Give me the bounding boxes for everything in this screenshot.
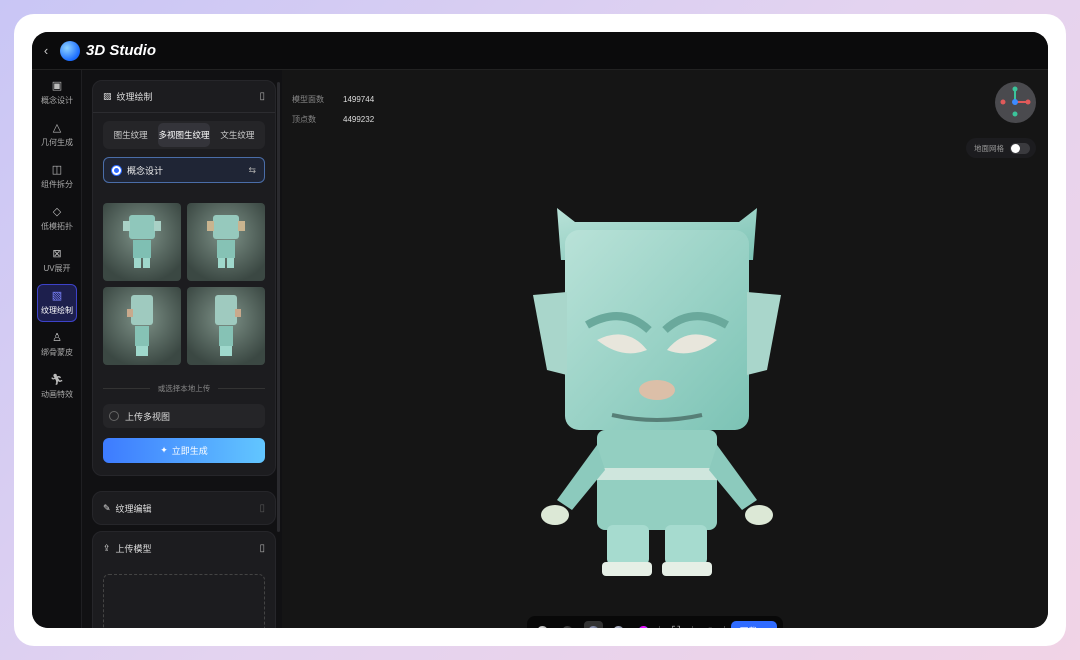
app-window: ‹ 3D Studio ▣ 概念设计 △ 几何生成 ◫ 组件拆分 ◇ 低模拓扑 ⊠ UV展… [32, 32, 1048, 628]
ground-grid-label: 地面网格 [974, 143, 1004, 153]
sidebar-item-label: 纹理绘制 [41, 305, 73, 315]
image-icon: ▣ [51, 79, 63, 92]
toggle-switch[interactable] [1010, 142, 1030, 154]
material-metal-button[interactable] [609, 621, 628, 628]
view-thumbnail-back[interactable] [187, 203, 265, 281]
generate-button[interactable]: ✦ 立即生成 [103, 438, 265, 463]
swap-icon[interactable]: ⇆ [248, 165, 256, 176]
sparkle-icon: ✦ [160, 445, 168, 455]
mesh-icon: ◇ [52, 205, 62, 218]
panel-title: 上传模型 [115, 543, 152, 554]
panel-scrollbar[interactable] [277, 82, 280, 532]
divider [691, 626, 693, 628]
radio-selected [112, 165, 121, 175]
multiview-grid [103, 203, 265, 365]
upload-multiview-option[interactable]: 上传多视图 [103, 404, 265, 428]
upload-dropzone[interactable] [103, 574, 265, 628]
material-dark-button[interactable] [558, 621, 577, 628]
app-title: 3D Studio [86, 42, 156, 59]
tab-multiview-texture[interactable]: 多视图生纹理 [158, 123, 210, 147]
sidebar-item-label: 概念设计 [41, 95, 73, 105]
sidebar-item-split[interactable]: ◫ 组件拆分 [37, 158, 77, 196]
texture-icon: ▧ [51, 289, 63, 302]
ground-grid-toggle[interactable]: 地面网格 [966, 138, 1036, 158]
texture-icon: ▧ [103, 91, 112, 101]
uv-icon: ⊠ [52, 247, 62, 260]
sidebar-item-rigging[interactable]: ♙ 绑骨蒙皮 [37, 326, 77, 364]
stat-value: 1499744 [343, 95, 375, 104]
axis-gizmo[interactable] [995, 82, 1036, 123]
sidebar-toggle-icon[interactable]: ▯ [259, 503, 265, 514]
material-normal-button[interactable] [634, 621, 653, 628]
shapes-icon: △ [52, 121, 62, 134]
upload-icon: ⇪ [103, 542, 111, 553]
view-thumbnail-front[interactable] [103, 203, 181, 281]
focus-icon[interactable]: ⛶ [666, 621, 685, 629]
panel-title: 纹理编辑 [115, 503, 152, 514]
divider [659, 626, 661, 628]
sidebar-item-topology[interactable]: ◇ 低模拓扑 [37, 200, 77, 238]
skeleton-icon: ♙ [52, 331, 62, 344]
sidebar-item-label: UV展开 [43, 263, 71, 273]
divider-label: 或选择本地上传 [157, 384, 211, 393]
sidebar-item-animation[interactable]: 🏃︎ 动画特效 [37, 368, 77, 406]
sidebar-item-label: 绑骨蒙皮 [41, 347, 73, 357]
stat-label: 顶点数 [292, 115, 316, 124]
sidebar-item-label: 动画特效 [41, 389, 73, 399]
tab-image-texture[interactable]: 图生纹理 [105, 123, 156, 147]
sidebar: ▣ 概念设计 △ 几何生成 ◫ 组件拆分 ◇ 低模拓扑 ⊠ UV展开 ▧ 纹理绘制 ♙ 绑骨蒙… [32, 70, 82, 628]
back-icon[interactable]: ‹ [34, 43, 58, 58]
top-bar: ‹ 3D Studio [32, 32, 1048, 70]
texture-tabs: 图生纹理 多视图生纹理 文生纹理 [103, 121, 265, 149]
panel-header: ▧ 纹理绘制 ▯ [93, 81, 275, 113]
sidebar-item-uv[interactable]: ⊠ UV展开 [37, 242, 77, 280]
sidebar-toggle-icon[interactable]: ▯ [259, 91, 265, 102]
texture-panel: ▧ 纹理绘制 ▯ 图生纹理 多视图生纹理 文生纹理 概念设计 ⇆ 或选择本地上传… [92, 80, 276, 476]
material-clay-button[interactable] [533, 621, 552, 628]
chevron-down-icon: ▼ [761, 628, 768, 629]
view-thumbnail-left[interactable] [103, 287, 181, 365]
vertex-count: 顶点数 4499232 [292, 114, 374, 125]
sidebar-item-label: 组件拆分 [41, 179, 73, 189]
history-icon[interactable]: ↺ [699, 621, 718, 629]
texture-edit-panel[interactable]: ✎ 纹理编辑 ▯ [92, 491, 276, 525]
face-count: 模型面数 1499744 [292, 94, 374, 105]
split-icon: ◫ [51, 163, 63, 176]
generate-label: 立即生成 [171, 446, 208, 456]
sidebar-item-concept[interactable]: ▣ 概念设计 [37, 74, 77, 112]
panel-title: 纹理绘制 [116, 92, 153, 102]
run-icon: 🏃︎ [50, 373, 64, 386]
upload-model-panel: ⇪ 上传模型 ▯ [92, 531, 276, 628]
logo-icon [60, 40, 80, 61]
divider [723, 626, 725, 628]
sidebar-item-label: 低模拓扑 [41, 221, 73, 231]
sidebar-item-label: 几何生成 [41, 137, 73, 147]
source-selector[interactable]: 概念设计 ⇆ [103, 157, 265, 183]
source-label: 概念设计 [127, 165, 164, 176]
stat-value: 4499232 [343, 115, 375, 124]
sidebar-item-texture[interactable]: ▧ 纹理绘制 [37, 284, 77, 322]
radio-unselected [109, 411, 119, 421]
upload-label: 上传多视图 [125, 411, 171, 422]
edit-icon: ✎ [103, 502, 111, 513]
sidebar-toggle-icon[interactable]: ▯ [259, 543, 265, 554]
stat-label: 模型面数 [292, 95, 324, 104]
3d-viewport[interactable]: 模型面数 1499744 顶点数 4499232 地面网格 ⛶ ↺ 下载 ▼ [282, 70, 1048, 628]
view-thumbnail-right[interactable] [187, 287, 265, 365]
material-textured-button[interactable] [583, 621, 603, 628]
upload-divider: 或选择本地上传 [103, 383, 265, 394]
download-label: 下载 [740, 625, 757, 628]
3d-model [533, 208, 781, 576]
tab-text-texture[interactable]: 文生纹理 [212, 123, 263, 147]
download-button[interactable]: 下载 ▼ [730, 621, 777, 629]
sidebar-item-geometry[interactable]: △ 几何生成 [37, 116, 77, 154]
viewport-toolbar: ⛶ ↺ 下载 ▼ [527, 616, 783, 628]
